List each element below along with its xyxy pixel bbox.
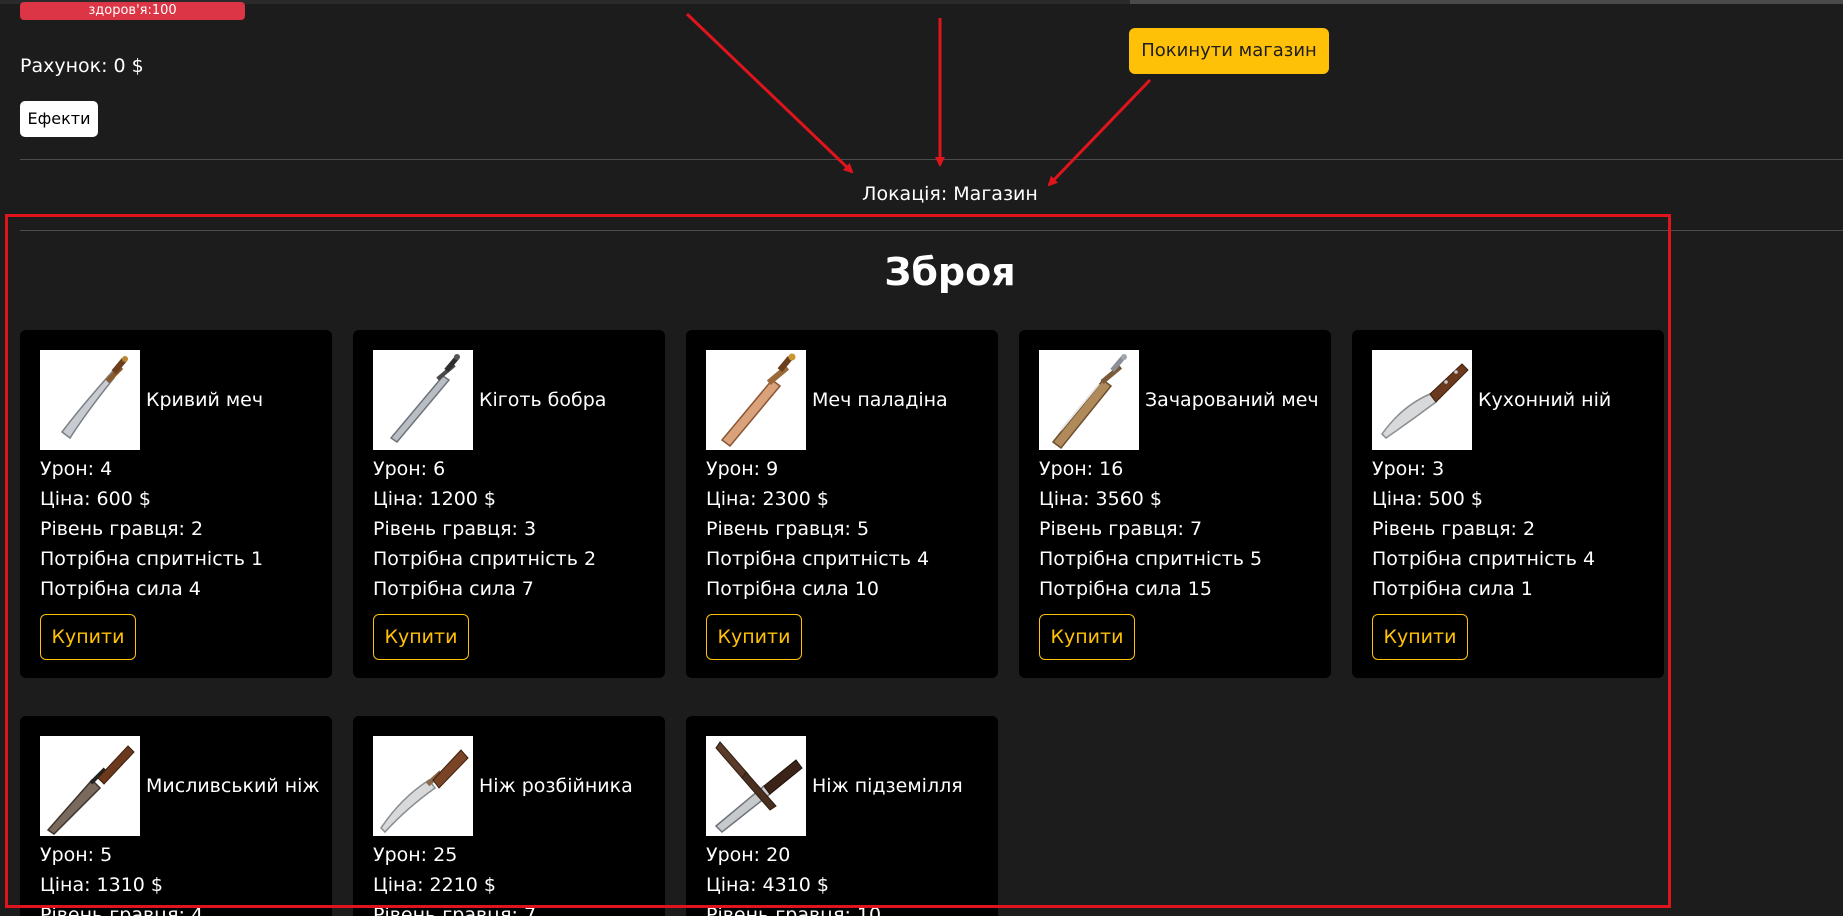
weapon-level: Рівень гравця: 3 bbox=[373, 518, 537, 540]
weapon-name: Ніж підземілля bbox=[812, 775, 963, 797]
weapon-name: Кіготь бобра bbox=[479, 389, 607, 411]
weapon-name: Ніж розбійника bbox=[479, 775, 633, 797]
weapon-damage: Урон: 5 bbox=[40, 844, 113, 866]
buy-button[interactable]: Купити bbox=[40, 614, 136, 660]
weapon-card: Мисливський ніж Урон: 5 Ціна: 1310 $ Рів… bbox=[20, 716, 332, 916]
weapon-damage: Урон: 25 bbox=[373, 844, 458, 866]
dungeon-knife-icon bbox=[706, 736, 806, 836]
weapon-level: Рівень гравця: 4 bbox=[40, 904, 204, 916]
weapon-card: Зачарований меч Урон: 16 Ціна: 3560 $ Рі… bbox=[1019, 330, 1331, 678]
divider bbox=[20, 159, 1843, 160]
weapon-strength: Потрібна сила 15 bbox=[1039, 578, 1212, 600]
weapon-level: Рівень гравця: 7 bbox=[373, 904, 537, 916]
buy-button[interactable]: Купити bbox=[1039, 614, 1135, 660]
weapon-card: Кривий меч Урон: 4 Ціна: 600 $ Рівень гр… bbox=[20, 330, 332, 678]
weapon-level: Рівень гравця: 2 bbox=[40, 518, 204, 540]
weapon-damage: Урон: 3 bbox=[1372, 458, 1445, 480]
weapon-agility: Потрібна спритність 1 bbox=[40, 548, 264, 570]
divider bbox=[20, 230, 1843, 231]
weapon-card: Меч паладіна Урон: 9 Ціна: 2300 $ Рівень… bbox=[686, 330, 998, 678]
weapon-level: Рівень гравця: 2 bbox=[1372, 518, 1536, 540]
weapon-strength: Потрібна сила 7 bbox=[373, 578, 534, 600]
weapon-agility: Потрібна спритність 4 bbox=[706, 548, 930, 570]
buy-button[interactable]: Купити bbox=[706, 614, 802, 660]
weapon-card: Ніж розбійника Урон: 25 Ціна: 2210 $ Рів… bbox=[353, 716, 665, 916]
weapon-agility: Потрібна спритність 4 bbox=[1372, 548, 1596, 570]
weapon-name: Зачарований меч bbox=[1145, 389, 1319, 411]
health-bar: здоров'я:100 bbox=[20, 2, 245, 20]
weapon-level: Рівень гравця: 7 bbox=[1039, 518, 1203, 540]
annotation-arrow bbox=[685, 12, 854, 174]
bandit-knife-icon bbox=[373, 736, 473, 836]
balance-label: Рахунок: 0 $ bbox=[20, 55, 144, 77]
effects-button[interactable]: Ефекти bbox=[20, 101, 98, 137]
weapon-price: Ціна: 4310 $ bbox=[706, 874, 830, 896]
weapon-card: Кухонний ній Урон: 3 Ціна: 500 $ Рівень … bbox=[1352, 330, 1664, 678]
weapon-price: Ціна: 3560 $ bbox=[1039, 488, 1163, 510]
curved-sword-icon bbox=[40, 350, 140, 450]
shop-page: здоров'я:100 Рахунок: 0 $ Ефекти Локація… bbox=[0, 0, 1843, 916]
weapon-price: Ціна: 600 $ bbox=[40, 488, 151, 510]
weapon-level: Рівень гравця: 5 bbox=[706, 518, 870, 540]
weapon-card: Ніж підземілля Урон: 20 Ціна: 4310 $ Рів… bbox=[686, 716, 998, 916]
weapon-strength: Потрібна сила 4 bbox=[40, 578, 201, 600]
weapon-level: Рівень гравця: 10 bbox=[706, 904, 882, 916]
enchanted-sword-icon bbox=[1039, 350, 1139, 450]
weapon-damage: Урон: 9 bbox=[706, 458, 779, 480]
annotation-arrow bbox=[1047, 78, 1152, 187]
weapon-name: Мисливський ніж bbox=[146, 775, 320, 797]
section-title: Зброя bbox=[884, 250, 1016, 294]
weapon-price: Ціна: 1310 $ bbox=[40, 874, 164, 896]
weapon-price: Ціна: 2300 $ bbox=[706, 488, 830, 510]
hunting-knife-icon bbox=[40, 736, 140, 836]
sword-icon bbox=[373, 350, 473, 450]
top-border bbox=[0, 0, 1843, 4]
buy-button[interactable]: Купити bbox=[1372, 614, 1468, 660]
weapon-agility: Потрібна спритність 5 bbox=[1039, 548, 1263, 570]
leave-shop-button[interactable]: Покинути магазин bbox=[1129, 28, 1329, 74]
kitchen-knife-icon bbox=[1372, 350, 1472, 450]
location-label: Локація: Магазин bbox=[862, 183, 1038, 205]
weapon-damage: Урон: 20 bbox=[706, 844, 791, 866]
weapon-name: Кривий меч bbox=[146, 389, 264, 411]
weapon-damage: Урон: 16 bbox=[1039, 458, 1124, 480]
weapon-agility: Потрібна спритність 2 bbox=[373, 548, 597, 570]
weapon-price: Ціна: 2210 $ bbox=[373, 874, 497, 896]
weapon-strength: Потрібна сила 10 bbox=[706, 578, 879, 600]
buy-button[interactable]: Купити bbox=[373, 614, 469, 660]
weapon-price: Ціна: 500 $ bbox=[1372, 488, 1483, 510]
top-border-segment bbox=[1130, 0, 1843, 4]
weapon-card: Кіготь бобра Урон: 6 Ціна: 1200 $ Рівень… bbox=[353, 330, 665, 678]
weapon-price: Ціна: 1200 $ bbox=[373, 488, 497, 510]
weapon-strength: Потрібна сила 1 bbox=[1372, 578, 1533, 600]
weapon-name: Меч паладіна bbox=[812, 389, 948, 411]
weapon-name: Кухонний ній bbox=[1478, 389, 1612, 411]
weapon-damage: Урон: 6 bbox=[373, 458, 446, 480]
weapon-damage: Урон: 4 bbox=[40, 458, 113, 480]
paladin-sword-icon bbox=[706, 350, 806, 450]
